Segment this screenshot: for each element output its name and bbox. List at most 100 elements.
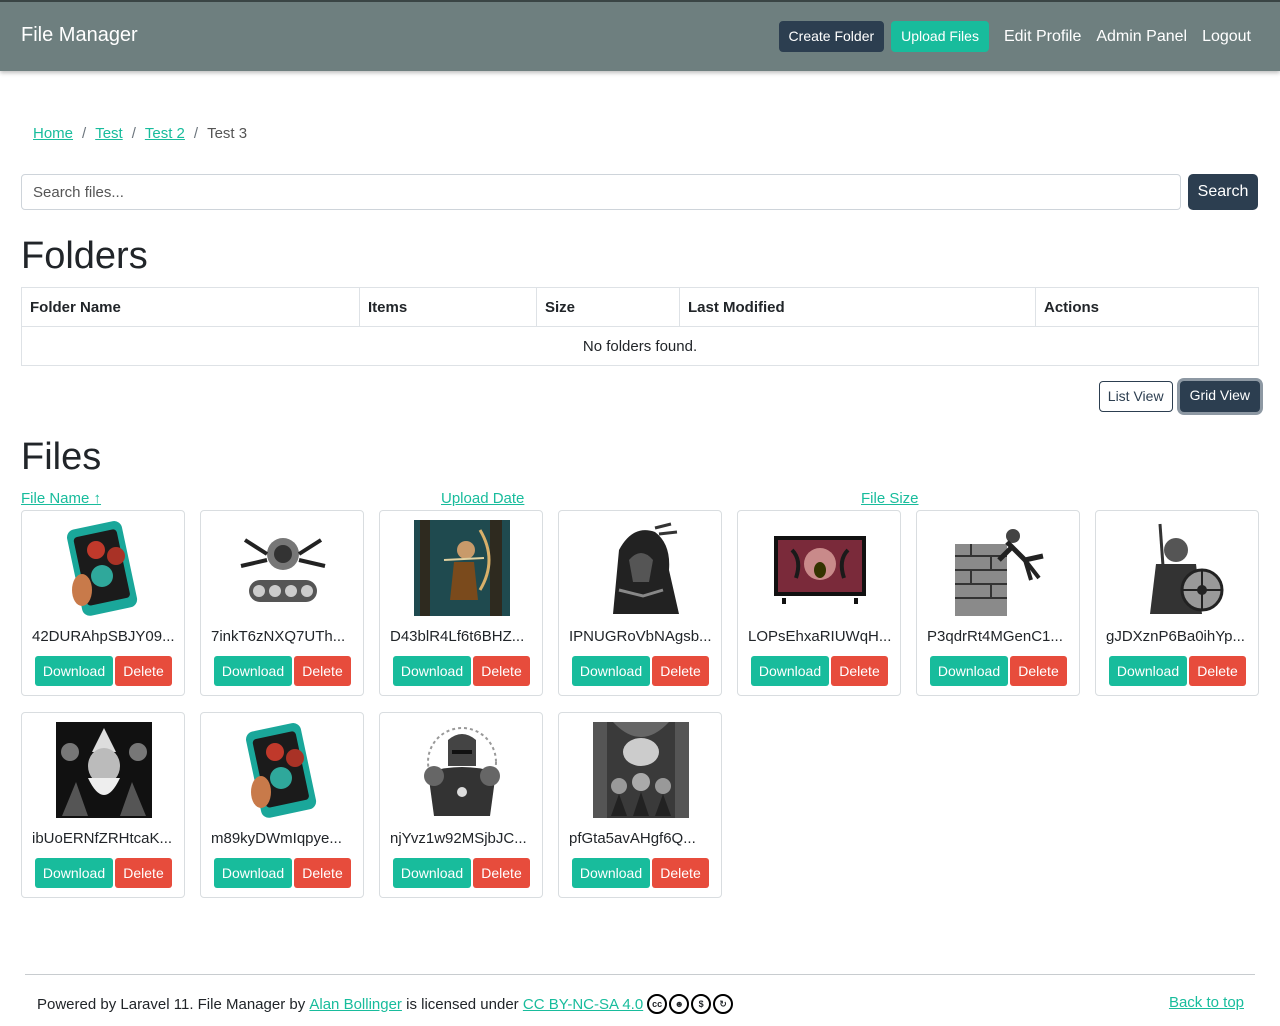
nc-icon: $ xyxy=(691,994,712,1014)
delete-button[interactable]: Delete xyxy=(473,656,530,686)
download-button[interactable]: Download xyxy=(572,656,650,686)
phone-demons-icon[interactable] xyxy=(56,520,152,616)
brand-title[interactable]: File Manager xyxy=(21,24,138,47)
navbar-actions: Create Folder Upload Files Edit Profile … xyxy=(778,21,1251,52)
file-card: m89kyDWmIqpye... Download Delete xyxy=(200,712,364,898)
breadcrumb-home[interactable]: Home xyxy=(33,125,73,142)
delete-button[interactable]: Delete xyxy=(294,656,351,686)
file-card: IPNUGRoVbNAgsb... Download Delete xyxy=(558,510,722,696)
footer-text-middle: is licensed under xyxy=(406,995,519,1013)
column-size: Size xyxy=(536,287,680,327)
dark-wizard-icon[interactable] xyxy=(56,722,152,818)
file-card: P3qdrRt4MGenC1... Download Delete xyxy=(916,510,1080,696)
download-button[interactable]: Download xyxy=(35,858,113,888)
delete-button[interactable]: Delete xyxy=(115,656,172,686)
file-name: D43blR4Lf6t6BHZ... xyxy=(390,628,525,645)
column-folder-name: Folder Name xyxy=(21,287,360,327)
back-to-top-link[interactable]: Back to top xyxy=(1169,994,1244,1011)
by-icon: ☻ xyxy=(669,994,690,1014)
file-card: 7inkT6zNXQ7UTh... Download Delete xyxy=(200,510,364,696)
upload-files-button[interactable]: Upload Files xyxy=(891,21,989,52)
archer-forest-icon[interactable] xyxy=(414,520,510,616)
file-name: m89kyDWmIqpye... xyxy=(211,830,342,847)
folders-table: Folder Name Items Size Last Modified Act… xyxy=(21,287,1259,366)
breadcrumb-test[interactable]: Test xyxy=(95,125,123,142)
list-view-button[interactable]: List View xyxy=(1098,381,1173,412)
author-link[interactable]: Alan Bollinger xyxy=(309,996,402,1013)
delete-button[interactable]: Delete xyxy=(652,656,709,686)
table-row: No folders found. xyxy=(21,326,1259,366)
file-name: P3qdrRt4MGenC1... xyxy=(927,628,1063,645)
download-button[interactable]: Download xyxy=(930,656,1008,686)
breadcrumb-current: Test 3 xyxy=(207,125,248,142)
file-card: LOPsEhxaRIUWqH... Download Delete xyxy=(737,510,901,696)
sort-file-name-link[interactable]: File Name ↑ xyxy=(21,490,101,507)
file-name: njYvz1w92MSjbJC... xyxy=(390,830,527,847)
file-card: njYvz1w92MSjbJC... Download Delete xyxy=(379,712,543,898)
sa-icon: ↻ xyxy=(713,994,734,1014)
tv-monster-icon[interactable] xyxy=(772,520,868,616)
file-card: D43blR4Lf6t6BHZ... Download Delete xyxy=(379,510,543,696)
nav-logout[interactable]: Logout xyxy=(1202,28,1251,46)
column-actions: Actions xyxy=(1035,287,1259,327)
delete-button[interactable]: Delete xyxy=(1189,656,1246,686)
footer-divider xyxy=(25,974,1255,975)
download-button[interactable]: Download xyxy=(393,656,471,686)
download-button[interactable]: Download xyxy=(214,656,292,686)
phone-demons-icon[interactable] xyxy=(235,722,331,818)
license-icons: cc ☻ $ ↻ xyxy=(647,994,735,1014)
delete-button[interactable]: Delete xyxy=(294,858,351,888)
grid-view-button[interactable]: Grid View xyxy=(1179,381,1260,412)
file-name: gJDXznP6Ba0ihYp... xyxy=(1106,628,1245,645)
dungeon-goblins-icon[interactable] xyxy=(593,722,689,818)
search-button[interactable]: Search xyxy=(1188,174,1258,210)
download-button[interactable]: Download xyxy=(393,858,471,888)
files-heading: Files xyxy=(21,436,102,478)
footer-text-before: Powered by Laravel 11. File Manager by xyxy=(37,995,306,1013)
view-toggle: List View Grid View xyxy=(1098,381,1260,412)
column-last-modified: Last Modified xyxy=(679,287,1036,327)
delete-button[interactable]: Delete xyxy=(831,656,888,686)
file-name: 42DURAhpSBJY09... xyxy=(32,628,175,645)
delete-button[interactable]: Delete xyxy=(1010,656,1067,686)
file-card: pfGta5avAHgf6Q... Download Delete xyxy=(558,712,722,898)
breadcrumb: Home / Test / Test 2 / Test 3 xyxy=(33,125,247,142)
spider-tank-icon[interactable] xyxy=(235,520,331,616)
file-name: pfGta5avAHgf6Q... xyxy=(569,830,696,847)
navbar: File Manager Create Folder Upload Files … xyxy=(0,0,1280,71)
file-name: IPNUGRoVbNAgsb... xyxy=(569,628,712,645)
folders-header-row: Folder Name Items Size Last Modified Act… xyxy=(21,287,1259,327)
empty-message: No folders found. xyxy=(21,326,1259,366)
download-button[interactable]: Download xyxy=(35,656,113,686)
file-card: gJDXznP6Ba0ihYp... Download Delete xyxy=(1095,510,1259,696)
wall-climber-icon[interactable] xyxy=(951,520,1047,616)
breadcrumb-separator: / xyxy=(193,125,199,142)
file-name: 7inkT6zNXQ7UTh... xyxy=(211,628,346,645)
download-button[interactable]: Download xyxy=(214,858,292,888)
delete-button[interactable]: Delete xyxy=(652,858,709,888)
sort-upload-date-link[interactable]: Upload Date xyxy=(441,490,524,507)
hooded-rogue-icon[interactable] xyxy=(593,520,689,616)
column-items: Items xyxy=(359,287,537,327)
breadcrumb-separator: / xyxy=(131,125,136,142)
license-link[interactable]: CC BY-NC-SA 4.0 xyxy=(523,996,643,1013)
viking-shield-icon[interactable] xyxy=(1130,520,1226,616)
download-button[interactable]: Download xyxy=(751,656,829,686)
sort-file-size-link[interactable]: File Size xyxy=(861,490,919,507)
delete-button[interactable]: Delete xyxy=(115,858,172,888)
file-name: LOPsEhxaRIUWqH... xyxy=(748,628,892,645)
file-name: ibUoERNfZRHtcaK... xyxy=(32,830,173,847)
folders-heading: Folders xyxy=(21,235,148,277)
create-folder-button[interactable]: Create Folder xyxy=(778,21,885,52)
download-button[interactable]: Download xyxy=(1109,656,1187,686)
breadcrumb-test-2[interactable]: Test 2 xyxy=(145,125,185,142)
armored-knight-icon[interactable] xyxy=(414,722,510,818)
nav-admin-panel[interactable]: Admin Panel xyxy=(1096,28,1187,46)
search-input[interactable] xyxy=(21,174,1181,210)
cc-icon: cc xyxy=(647,994,668,1014)
nav-edit-profile[interactable]: Edit Profile xyxy=(1004,28,1081,46)
file-card: 42DURAhpSBJY09... Download Delete xyxy=(21,510,185,696)
breadcrumb-separator: / xyxy=(82,125,87,142)
download-button[interactable]: Download xyxy=(572,858,650,888)
delete-button[interactable]: Delete xyxy=(473,858,530,888)
